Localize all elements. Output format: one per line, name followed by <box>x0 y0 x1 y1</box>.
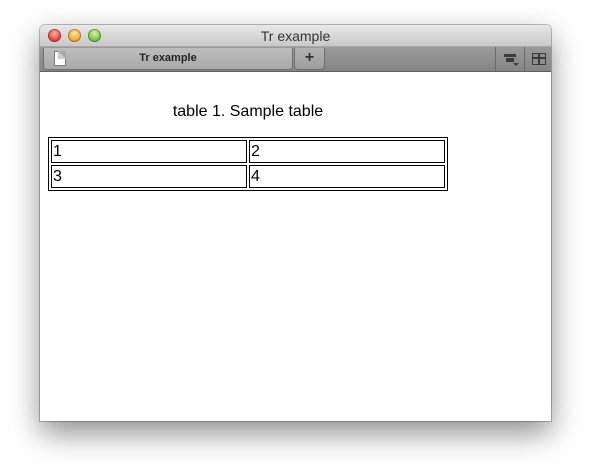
table-row: 1 2 <box>51 140 445 163</box>
tab-label: Tr example <box>139 52 197 64</box>
tab-tr-example[interactable]: Tr example <box>43 48 293 70</box>
browser-window: Tr example Tr example + table 1. Sample … <box>40 25 551 421</box>
sample-table: table 1. Sample table 1 2 3 4 <box>48 103 448 191</box>
grid-icon <box>532 53 546 65</box>
download-icon <box>504 54 519 66</box>
layout-button[interactable] <box>524 47 551 71</box>
table-caption: table 1. Sample table <box>172 103 324 120</box>
table-cell: 2 <box>249 140 445 163</box>
window-title: Tr example <box>260 28 331 44</box>
table-cell: 1 <box>51 140 247 163</box>
table-cell: 3 <box>51 165 247 188</box>
title-bar[interactable]: Tr example <box>40 25 551 47</box>
table-row: 3 4 <box>51 165 445 188</box>
table-cell: 4 <box>249 165 445 188</box>
downloads-button[interactable] <box>495 47 524 71</box>
tab-bar: Tr example + <box>40 47 551 72</box>
page-content: table 1. Sample table 1 2 3 4 <box>40 72 551 421</box>
new-tab-button[interactable]: + <box>294 48 325 70</box>
